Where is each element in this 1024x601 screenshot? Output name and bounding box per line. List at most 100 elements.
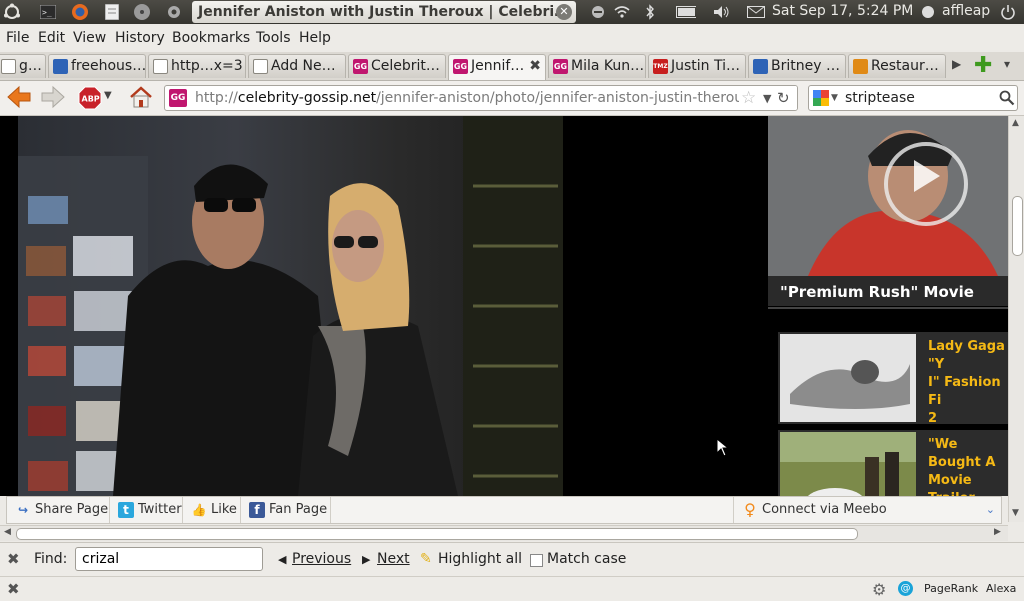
- tab-0[interactable]: g…: [0, 54, 46, 78]
- lady-gaga-thumbnail[interactable]: [780, 334, 916, 422]
- menu-file[interactable]: File: [6, 30, 29, 46]
- fan-page-button[interactable]: f Fan Page: [241, 497, 331, 523]
- power-icon[interactable]: [998, 2, 1018, 22]
- vertical-scrollbar[interactable]: ▲ ▼: [1008, 116, 1024, 522]
- ubuntu-logo-icon[interactable]: [2, 2, 22, 22]
- meebo-expand-icon[interactable]: ⌄: [986, 497, 995, 523]
- play-button-icon[interactable]: [914, 160, 940, 192]
- back-arrow-icon[interactable]: [6, 84, 32, 114]
- menu-edit[interactable]: Edit: [38, 30, 65, 46]
- url-history-dropdown-icon[interactable]: ▼: [763, 87, 771, 110]
- site-identity-icon[interactable]: GG: [169, 89, 187, 107]
- firefox-icon[interactable]: [70, 2, 90, 22]
- twitter-button[interactable]: t Twitter: [110, 497, 183, 523]
- menu-history[interactable]: History: [115, 30, 165, 46]
- tab-list-icon[interactable]: ▾: [1004, 57, 1010, 71]
- indicator-messaging-icon[interactable]: [588, 2, 608, 22]
- highlight-all-button[interactable]: Highlight all: [438, 551, 522, 567]
- sidebar: "Premium Rush" Movie Trailer Lady Gaga "…: [766, 116, 1008, 496]
- reload-icon[interactable]: ↻: [777, 86, 790, 110]
- disk-icon[interactable]: [132, 2, 152, 22]
- wifi-icon[interactable]: [612, 2, 632, 22]
- menu-tools[interactable]: Tools: [256, 30, 291, 46]
- meebo-label: Connect via Meebo: [762, 502, 887, 517]
- terminal-icon[interactable]: >_: [38, 2, 58, 22]
- volume-icon[interactable]: [712, 2, 732, 22]
- user-status-icon[interactable]: [918, 2, 938, 22]
- like-button[interactable]: 👍 Like: [183, 497, 241, 523]
- bookmark-star-icon[interactable]: ☆: [741, 86, 756, 110]
- settings-icon[interactable]: [164, 2, 184, 22]
- match-case-checkbox[interactable]: [530, 554, 543, 567]
- find-previous-button[interactable]: Previous: [292, 551, 351, 567]
- bluetooth-icon[interactable]: [640, 2, 660, 22]
- sidebar-item-lady-gaga[interactable]: Lady Gaga "Y I" Fashion Fi 2: [778, 332, 1008, 426]
- tab-1[interactable]: freehous…: [48, 54, 146, 78]
- menu-view[interactable]: View: [73, 30, 106, 46]
- url-actions: ☆ ▼ ↻: [739, 86, 797, 110]
- sidebar-item-title[interactable]: "We Bought A Movie Trailer: [928, 436, 1008, 496]
- site-favicon-icon: [53, 59, 68, 74]
- svg-text:>_: >_: [42, 8, 52, 17]
- tab-8[interactable]: Britney …: [748, 54, 846, 78]
- status-close-icon[interactable]: ✖: [7, 580, 20, 598]
- scroll-left-icon[interactable]: ◀: [4, 527, 11, 537]
- tab-3[interactable]: Add Ne…: [248, 54, 346, 78]
- scroll-right-icon[interactable]: ▶: [994, 527, 1001, 537]
- scroll-down-icon[interactable]: ▼: [1012, 508, 1019, 518]
- horizontal-scrollbar[interactable]: ◀ ▶: [0, 525, 1008, 541]
- search-bar[interactable]: ▼ striptease: [808, 85, 1018, 111]
- adblock-dropdown-icon[interactable]: ▼: [104, 90, 112, 101]
- share-page-button[interactable]: ↪ Share Page: [7, 497, 110, 523]
- window-title: Jennifer Aniston with Justin Theroux | C…: [192, 1, 576, 23]
- celebrity-photo[interactable]: [18, 116, 563, 496]
- tab-2[interactable]: http…x=3: [148, 54, 246, 78]
- tab-4[interactable]: GG Celebrit…: [348, 54, 446, 78]
- new-tab-icon[interactable]: ✚: [974, 53, 992, 78]
- match-case-label[interactable]: Match case: [547, 551, 626, 567]
- sidebar-item-we-bought-a-zoo[interactable]: "We Bought A Movie Trailer: [778, 430, 1008, 496]
- sidebar-item-title[interactable]: Lady Gaga "Y I" Fashion Fi 2: [928, 338, 1008, 428]
- pagerank-label[interactable]: PageRank: [924, 582, 978, 595]
- meebo-connect-button[interactable]: ♀ Connect via Meebo ⌄: [733, 497, 1001, 523]
- next-arrow-icon[interactable]: ▶: [362, 553, 370, 566]
- alexa-label[interactable]: Alexa: [986, 582, 1016, 595]
- tab-9[interactable]: Restaur…: [848, 54, 946, 78]
- user-name[interactable]: affleap: [942, 3, 990, 19]
- menu-bookmarks[interactable]: Bookmarks: [172, 30, 250, 46]
- clock[interactable]: Sat Sep 17, 5:24 PM: [772, 3, 913, 19]
- tmz-favicon-icon: TMZ: [653, 59, 668, 74]
- vertical-scroll-thumb[interactable]: [1012, 196, 1023, 256]
- previous-arrow-icon[interactable]: ◀: [278, 553, 286, 566]
- forward-arrow-icon[interactable]: [40, 84, 66, 114]
- at-sign-icon[interactable]: @: [898, 581, 913, 596]
- tab-7[interactable]: TMZ Justin Ti…: [648, 54, 746, 78]
- horizontal-scroll-thumb[interactable]: [16, 528, 858, 540]
- menu-help[interactable]: Help: [299, 30, 331, 46]
- tab-label: Add Ne…: [271, 58, 336, 74]
- tab-5-active[interactable]: GG Jennif… ✖: [448, 54, 546, 80]
- battery-icon[interactable]: [676, 2, 696, 22]
- highlighter-icon[interactable]: ✎: [420, 551, 432, 567]
- find-next-button[interactable]: Next: [377, 551, 410, 567]
- mail-icon[interactable]: [746, 2, 766, 22]
- search-input[interactable]: striptease: [845, 86, 915, 110]
- text-editor-icon[interactable]: [102, 2, 122, 22]
- window-close-icon[interactable]: ✕: [556, 4, 572, 20]
- tab-close-icon[interactable]: ✖: [529, 55, 541, 77]
- home-icon[interactable]: [128, 85, 154, 113]
- tab-6[interactable]: GG Mila Kun…: [548, 54, 646, 78]
- featured-video-caption[interactable]: "Premium Rush" Movie Trailer: [768, 276, 1008, 306]
- adblock-plus-icon[interactable]: ABP: [78, 86, 102, 114]
- search-engine-dropdown-icon[interactable]: ▼: [831, 86, 838, 110]
- find-input[interactable]: [75, 547, 263, 571]
- google-search-engine-icon[interactable]: [813, 90, 829, 114]
- featured-video[interactable]: "Premium Rush" Movie Trailer: [768, 116, 1008, 306]
- tab-scroll-right-icon[interactable]: ▶: [952, 57, 961, 71]
- url-bar[interactable]: GG http://celebrity-gossip.net/jennifer-…: [164, 85, 798, 111]
- gear-icon[interactable]: ⚙: [872, 580, 886, 599]
- scroll-up-icon[interactable]: ▲: [1012, 118, 1019, 128]
- find-close-icon[interactable]: ✖: [7, 550, 20, 568]
- we-bought-a-zoo-thumbnail[interactable]: [780, 432, 916, 496]
- search-magnifier-icon[interactable]: [999, 90, 1015, 114]
